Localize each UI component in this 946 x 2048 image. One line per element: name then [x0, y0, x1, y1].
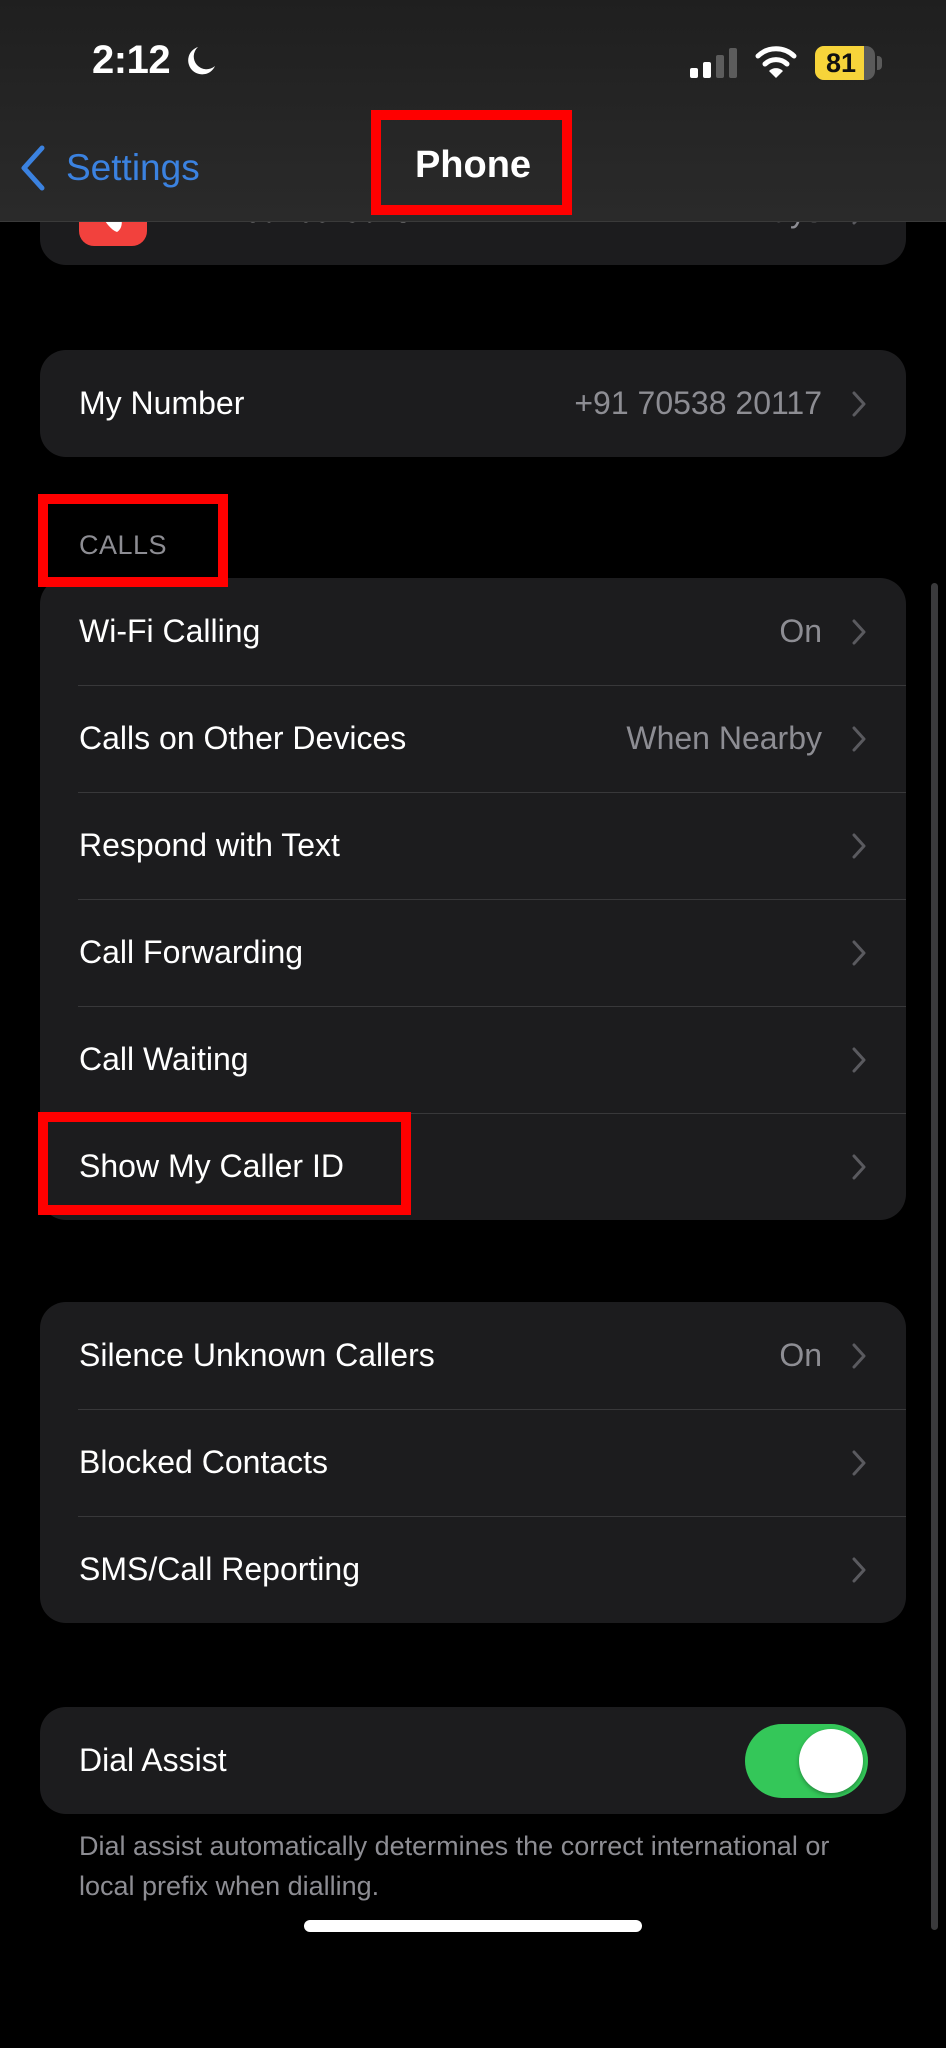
- chevron-right-icon: [852, 391, 866, 416]
- page-title: Phone: [414, 144, 532, 186]
- row-label: SMS/Call Reporting: [79, 1551, 360, 1587]
- navigation-header: 2:12 81 Settings Phone: [0, 0, 946, 222]
- battery-percent: 81: [825, 48, 857, 78]
- show-my-caller-id-row[interactable]: Show My Caller ID: [40, 1113, 906, 1220]
- wifi-icon: [755, 46, 797, 78]
- dial-assist-footer: Dial assist automatically determines the…: [79, 1831, 830, 1901]
- calls-card: Wi-Fi Calling On Calls on Other Devices …: [40, 578, 906, 1220]
- chevron-right-icon: [852, 619, 866, 644]
- row-label: Call Forwarding: [79, 934, 304, 970]
- silence-unknown-callers-row[interactable]: Silence Unknown Callers On: [40, 1302, 906, 1409]
- respond-with-text-row[interactable]: Respond with Text: [40, 792, 906, 899]
- row-value: When Nearby: [626, 720, 822, 756]
- chevron-right-icon: [852, 940, 866, 965]
- dial-assist-row: Dial Assist: [40, 1707, 906, 1814]
- calls-on-other-devices-row[interactable]: Calls on Other Devices When Nearby: [40, 685, 906, 792]
- chevron-right-icon: [852, 726, 866, 751]
- blocking-card: Silence Unknown Callers On Blocked Conta…: [40, 1302, 906, 1623]
- cellular-signal-icon: [690, 48, 737, 78]
- row-label: Respond with Text: [79, 827, 340, 863]
- call-forwarding-row[interactable]: Call Forwarding: [40, 899, 906, 1006]
- blocked-contacts-row[interactable]: Blocked Contacts: [40, 1409, 906, 1516]
- scroll-indicator[interactable]: [931, 583, 938, 1930]
- row-value: On: [779, 1337, 822, 1373]
- my-number-card: My Number +91 70538 20117: [40, 350, 906, 457]
- my-number-row[interactable]: My Number +91 70538 20117: [40, 350, 906, 457]
- row-label: Wi-Fi Calling: [79, 613, 261, 649]
- toggle-knob: [799, 1729, 863, 1793]
- sms-call-reporting-row[interactable]: SMS/Call Reporting: [40, 1516, 906, 1623]
- chevron-right-icon: [852, 1557, 866, 1582]
- dial-assist-card: Dial Assist: [40, 1707, 906, 1814]
- battery-icon: 81: [815, 46, 875, 80]
- home-indicator[interactable]: [304, 1920, 642, 1932]
- calls-section-header: CALLS: [79, 530, 168, 560]
- status-time: 2:12: [92, 38, 171, 82]
- moon-icon: [188, 47, 215, 75]
- wifi-calling-row[interactable]: Wi-Fi Calling On: [40, 578, 906, 685]
- row-label: Call Waiting: [79, 1041, 249, 1077]
- chevron-right-icon: [852, 1154, 866, 1179]
- chevron-right-icon: [852, 1047, 866, 1072]
- chevron-right-icon: [852, 833, 866, 858]
- chevron-right-icon: [852, 1343, 866, 1368]
- battery-tip: [877, 56, 882, 70]
- my-number-label: My Number: [79, 385, 245, 421]
- row-label: Show My Caller ID: [79, 1148, 344, 1184]
- dial-assist-toggle[interactable]: [745, 1724, 868, 1798]
- phone-settings-screen: Announce Calls Always 2:12 81: [0, 0, 946, 2048]
- row-label: Blocked Contacts: [79, 1444, 329, 1480]
- my-number-value: +91 70538 20117: [574, 385, 822, 421]
- call-waiting-row[interactable]: Call Waiting: [40, 1006, 906, 1113]
- row-value: On: [779, 613, 822, 649]
- row-label: Calls on Other Devices: [79, 720, 407, 756]
- row-label: Silence Unknown Callers: [79, 1337, 435, 1373]
- chevron-right-icon: [852, 1450, 866, 1475]
